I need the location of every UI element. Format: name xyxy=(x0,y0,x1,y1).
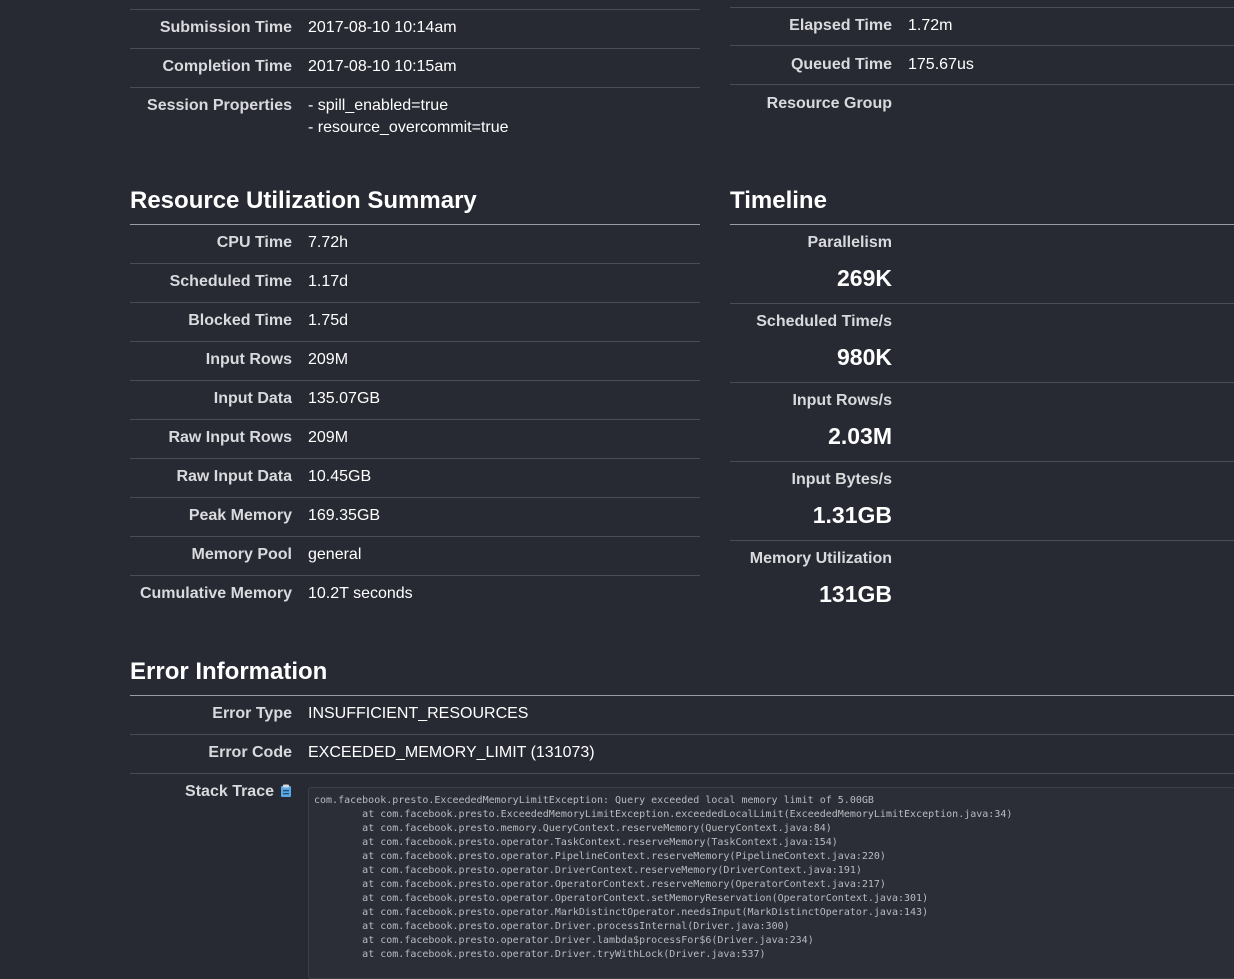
completion-time-label: Completion Time xyxy=(162,58,293,75)
error-type-value: INSUFFICIENT_RESOURCES xyxy=(308,705,529,722)
error-code-value: EXCEEDED_MEMORY_LIMIT (131073) xyxy=(308,744,595,761)
divider xyxy=(130,536,700,537)
resource-row-label: Scheduled Time xyxy=(169,273,292,290)
error-information-title: Error Information xyxy=(130,658,328,685)
timeline-metric-label: Input Rows/s xyxy=(792,392,892,409)
resource-row-label: CPU Time xyxy=(216,234,292,251)
resource-row-label: Cumulative Memory xyxy=(139,585,292,602)
timeline-metric-label: Memory Utilization xyxy=(749,550,892,567)
divider xyxy=(730,461,1234,462)
section-divider xyxy=(730,224,1234,225)
resource-row-label: Raw Input Data xyxy=(176,468,292,485)
divider xyxy=(130,734,1234,735)
resource-row-value: 10.2T seconds xyxy=(308,585,413,602)
divider xyxy=(130,380,700,381)
divider xyxy=(130,48,700,49)
elapsed-time-label: Elapsed Time xyxy=(789,17,892,34)
divider xyxy=(130,87,700,88)
divider xyxy=(130,341,700,342)
elapsed-time-value: 1.72m xyxy=(908,17,953,34)
timeline-metric-value: 1.31GB xyxy=(812,502,892,528)
resource-row-label: Memory Pool xyxy=(191,546,292,563)
resource-row-label: Input Data xyxy=(213,390,292,407)
stack-trace-label: Stack Trace xyxy=(185,783,274,800)
divider xyxy=(730,303,1234,304)
resource-row-label: Blocked Time xyxy=(188,312,292,329)
stack-trace-label-row: Stack Trace xyxy=(110,781,292,803)
resource-row-label: Raw Input Rows xyxy=(168,429,292,446)
timeline-metric-value: 980K xyxy=(837,344,892,370)
divider xyxy=(130,773,1234,774)
stack-trace-text: com.facebook.presto.ExceededMemoryLimitE… xyxy=(314,795,1013,960)
divider xyxy=(130,263,700,264)
queued-time-label: Queued Time xyxy=(790,56,892,73)
resource-row-label: Peak Memory xyxy=(188,507,292,524)
stack-trace-box[interactable]: com.facebook.presto.ExceededMemoryLimitE… xyxy=(308,787,1234,979)
divider xyxy=(130,458,700,459)
timeline-metric-label: Parallelism xyxy=(807,234,893,251)
divider xyxy=(130,9,700,10)
resource-row-value: 169.35GB xyxy=(308,507,381,524)
timeline-metric-value: 131GB xyxy=(819,581,892,607)
completion-time-value: 2017-08-10 10:15am xyxy=(308,58,457,75)
divider xyxy=(130,302,700,303)
divider xyxy=(730,45,1234,46)
session-property-spill: - spill_enabled=true xyxy=(308,97,449,114)
timeline-metric-value: 2.03M xyxy=(828,423,892,449)
error-code-label: Error Code xyxy=(208,744,292,761)
resource-row-value: 1.75d xyxy=(308,312,349,329)
clipboard-icon[interactable] xyxy=(280,783,292,797)
divider xyxy=(730,84,1234,85)
submission-time-label: Submission Time xyxy=(159,19,292,36)
submission-time-value: 2017-08-10 10:14am xyxy=(308,19,457,36)
error-type-label: Error Type xyxy=(212,705,292,722)
divider xyxy=(130,497,700,498)
resource-group-label: Resource Group xyxy=(766,95,892,112)
timeline-metric-value: 269K xyxy=(837,265,892,291)
resource-row-value: 10.45GB xyxy=(308,468,372,485)
resource-row-value: 209M xyxy=(308,429,349,446)
session-property-overcommit: - resource_overcommit=true xyxy=(308,119,509,136)
divider xyxy=(730,382,1234,383)
resource-row-value: 1.17d xyxy=(308,273,349,290)
divider xyxy=(130,575,700,576)
resource-row-value: 7.72h xyxy=(308,234,349,251)
section-divider xyxy=(130,695,1234,696)
resource-row-value: general xyxy=(308,546,362,563)
timeline-metric-label: Scheduled Time/s xyxy=(756,313,892,330)
resource-row-value: 135.07GB xyxy=(308,390,381,407)
section-divider xyxy=(130,224,700,225)
timeline-metric-label: Input Bytes/s xyxy=(791,471,892,488)
queued-time-value: 175.67us xyxy=(908,56,974,73)
divider xyxy=(130,419,700,420)
session-properties-label: Session Properties xyxy=(147,97,292,114)
divider xyxy=(730,540,1234,541)
resource-summary-title: Resource Utilization Summary xyxy=(130,187,477,214)
timeline-title: Timeline xyxy=(730,187,827,214)
resource-row-label: Input Rows xyxy=(205,351,292,368)
divider xyxy=(730,7,1234,8)
resource-row-value: 209M xyxy=(308,351,349,368)
